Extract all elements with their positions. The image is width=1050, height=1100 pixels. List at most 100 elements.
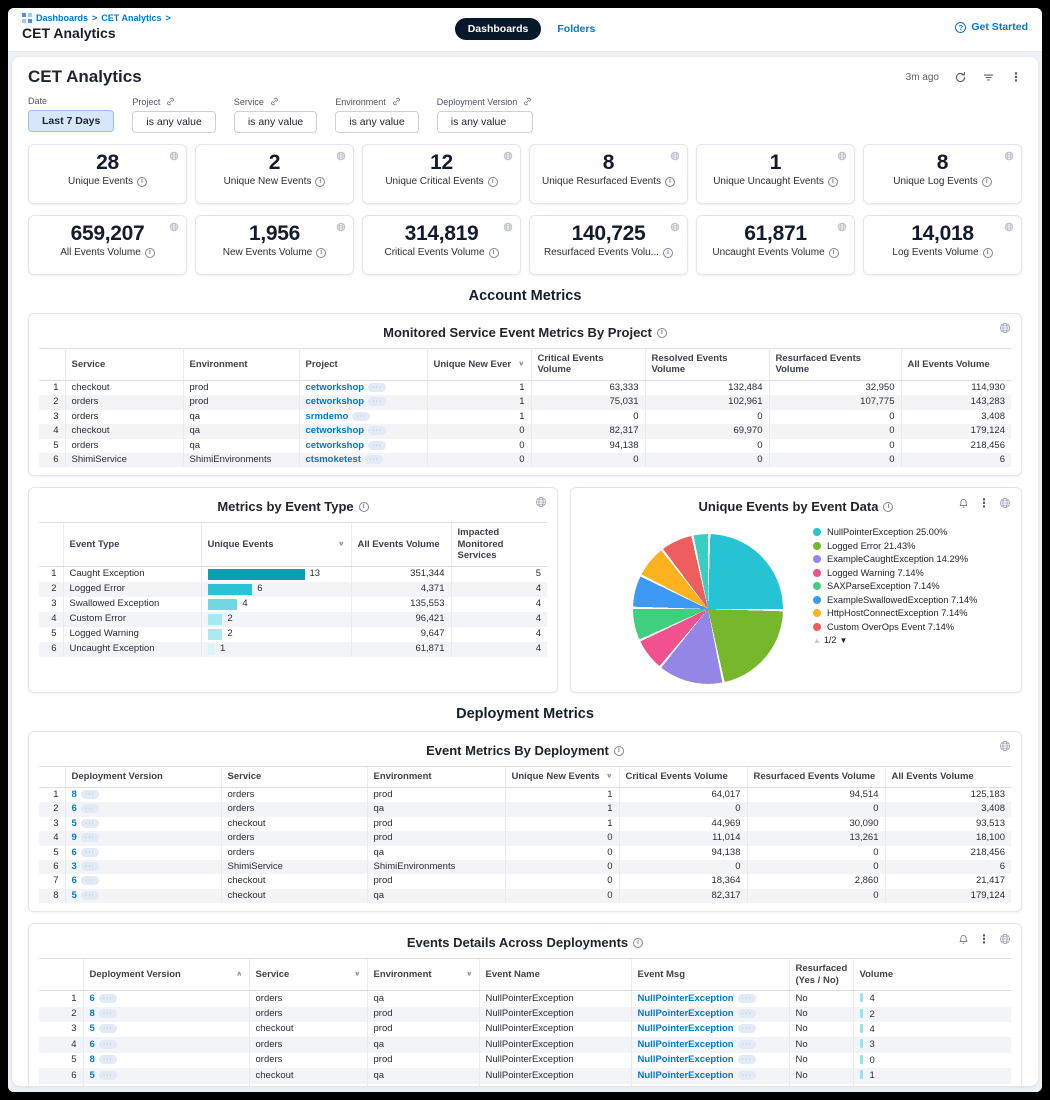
info-icon[interactable]: i — [883, 502, 893, 512]
more-chip[interactable]: ··· — [99, 1024, 117, 1033]
get-started-link[interactable]: ? Get Started — [955, 13, 1028, 33]
cell-deployment-version[interactable]: 6··· — [83, 1037, 249, 1052]
column-header-event-msg[interactable]: Event Msg — [631, 959, 789, 991]
cell-project[interactable]: srmdemo··· — [299, 410, 427, 424]
cell-deployment-version[interactable]: 8··· — [83, 1007, 249, 1022]
cell-link[interactable]: 6 — [72, 847, 77, 858]
cell-deployment-version[interactable]: 8 ··· — [83, 1053, 249, 1068]
sort-desc-icon[interactable]: ∨ — [354, 970, 361, 978]
more-chip[interactable]: ··· — [81, 804, 99, 813]
filter-value-date[interactable]: Last 7 Days — [28, 110, 114, 132]
cell-project[interactable]: ctsmoketest··· — [299, 453, 427, 467]
cell-link[interactable]: NullPointerException — [638, 1085, 734, 1086]
filter-value-project[interactable]: is any value — [132, 111, 215, 133]
filter-value-environment[interactable]: is any value — [335, 111, 418, 133]
cell-deployment-version[interactable]: 6··· — [65, 874, 221, 888]
more-chip[interactable]: ··· — [368, 441, 386, 450]
info-icon[interactable]: i — [982, 177, 992, 187]
column-header-all-events-volume[interactable]: All Events Volume — [901, 349, 1011, 381]
column-header-critical-events-volume[interactable]: Critical Events Volume — [619, 767, 747, 787]
column-header-service[interactable]: Service — [221, 767, 367, 787]
cell-link[interactable]: srmdemo — [306, 411, 349, 422]
more-chip[interactable]: ··· — [99, 1071, 117, 1080]
column-header-all-events-volume[interactable]: All Events Volume — [885, 767, 1011, 787]
info-icon[interactable]: i — [489, 248, 499, 258]
column-header-environment[interactable]: ∨Environment — [367, 959, 479, 991]
info-icon[interactable]: i — [665, 177, 675, 187]
column-header-unique-events[interactable]: ∨Unique Events — [201, 523, 351, 566]
more-chip[interactable]: ··· — [738, 1055, 756, 1064]
info-icon[interactable]: i — [316, 248, 326, 258]
column-header-unique-new-events[interactable]: ∨Unique New Events — [505, 767, 619, 787]
table-row[interactable]: 75···checkoutprodNullPointerExceptionNul… — [39, 1084, 1011, 1086]
info-icon[interactable]: i — [663, 248, 673, 258]
column-header-environment[interactable]: Environment — [183, 349, 299, 381]
info-icon[interactable]: i — [657, 328, 667, 338]
cell-deployment-version[interactable]: 9 ··· — [65, 831, 221, 845]
legend-next-icon[interactable]: ▼ — [839, 636, 847, 645]
info-icon[interactable]: i — [315, 177, 325, 187]
table-row[interactable]: 26···ordersqa1003,408 — [39, 802, 1011, 816]
info-icon[interactable]: i — [488, 177, 498, 187]
cell-link[interactable]: 5 — [90, 1085, 95, 1086]
table-row[interactable]: 16···ordersqaNullPointerExceptionNullPoi… — [39, 991, 1011, 1007]
cell-link[interactable]: 6 — [90, 993, 95, 1004]
column-header-deployment-version[interactable]: Deployment Version — [65, 767, 221, 787]
cell-event-msg[interactable]: NullPointerException··· — [631, 1022, 789, 1037]
table-row[interactable]: 18···ordersprod164,01794,514125,183 — [39, 787, 1011, 802]
column-header-resurfaced-events-volume[interactable]: Resurfaced Events Volume — [769, 349, 901, 381]
cell-event-msg[interactable]: NullPointerException··· — [631, 1068, 789, 1083]
filter-value-service[interactable]: is any value — [234, 111, 317, 133]
cell-event-msg[interactable]: NullPointerException··· — [631, 1053, 789, 1068]
more-chip[interactable]: ··· — [81, 833, 99, 842]
filter-icon[interactable] — [982, 71, 995, 84]
sort-desc-icon[interactable]: ∨ — [518, 360, 525, 368]
more-chip[interactable]: ··· — [368, 426, 386, 435]
more-chip[interactable]: ··· — [352, 412, 370, 421]
more-chip[interactable]: ··· — [368, 397, 386, 406]
info-icon[interactable]: i — [633, 938, 643, 948]
more-chip[interactable]: ··· — [365, 455, 383, 464]
cell-link[interactable]: NullPointerException — [638, 1039, 734, 1050]
column-header-deployment-version[interactable]: ∧Deployment Version — [83, 959, 249, 991]
table-row[interactable]: 4Custom Error296,4214 — [39, 612, 547, 627]
more-chip[interactable]: ··· — [738, 994, 756, 1003]
kebab-menu-icon[interactable]: ⋮ — [978, 932, 990, 946]
cell-link[interactable]: 9 — [72, 832, 77, 843]
info-icon[interactable]: i — [359, 502, 369, 512]
more-chip[interactable]: ··· — [99, 1055, 117, 1064]
cell-project[interactable]: cetworkshop··· — [299, 424, 427, 438]
cell-link[interactable]: 6 — [72, 803, 77, 814]
cell-deployment-version[interactable]: 6··· — [83, 991, 249, 1007]
column-header-environment[interactable]: Environment — [367, 767, 505, 787]
cell-link[interactable]: 5 — [72, 818, 77, 829]
table-row[interactable]: 58···ordersprodNullPointerExceptionNullP… — [39, 1053, 1011, 1068]
cell-event-msg[interactable]: NullPointerException··· — [631, 1037, 789, 1052]
refresh-icon[interactable] — [954, 71, 967, 84]
column-header-resurfaced-yes-no[interactable]: Resurfaced (Yes / No) — [789, 959, 853, 991]
table-row[interactable]: 35···checkoutprodNullPointerExceptionNul… — [39, 1022, 1011, 1037]
column-header-event-type[interactable]: Event Type — [63, 523, 201, 566]
info-icon[interactable]: i — [828, 177, 838, 187]
cell-link[interactable]: NullPointerException — [638, 1070, 734, 1081]
table-row[interactable]: 4checkoutqacetworkshop···082,31769,97001… — [39, 424, 1011, 438]
sort-desc-icon[interactable]: ∨ — [338, 540, 345, 548]
table-row[interactable]: 5Logged Warning29,6474 — [39, 627, 547, 642]
tab-dashboards[interactable]: Dashboards — [455, 18, 542, 40]
legend-prev-icon[interactable]: ▲ — [813, 636, 821, 645]
cell-link[interactable]: 5 — [90, 1070, 95, 1081]
cell-deployment-version[interactable]: 8··· — [65, 787, 221, 802]
table-row[interactable]: 5ordersqacetworkshop···094,13800218,456 — [39, 439, 1011, 453]
cell-link[interactable]: 8 — [90, 1008, 95, 1019]
more-chip[interactable]: ··· — [81, 876, 99, 885]
table-row[interactable]: 85···checkoutqa082,3170179,124 — [39, 889, 1011, 903]
sort-asc-icon[interactable]: ∧ — [236, 970, 243, 978]
column-header-resolved-events-volume[interactable]: Resolved Events Volume — [645, 349, 769, 381]
cell-project[interactable]: cetworkshop··· — [299, 380, 427, 395]
tab-folders[interactable]: Folders — [557, 23, 595, 35]
table-row[interactable]: 6Uncaught Exception161,8714 — [39, 642, 547, 657]
sort-desc-icon[interactable]: ∨ — [606, 772, 613, 780]
cell-link[interactable]: 8 — [90, 1054, 95, 1065]
table-row[interactable]: 76···checkoutprod018,3642,86021,417 — [39, 874, 1011, 888]
cell-deployment-version[interactable]: 5··· — [65, 889, 221, 903]
